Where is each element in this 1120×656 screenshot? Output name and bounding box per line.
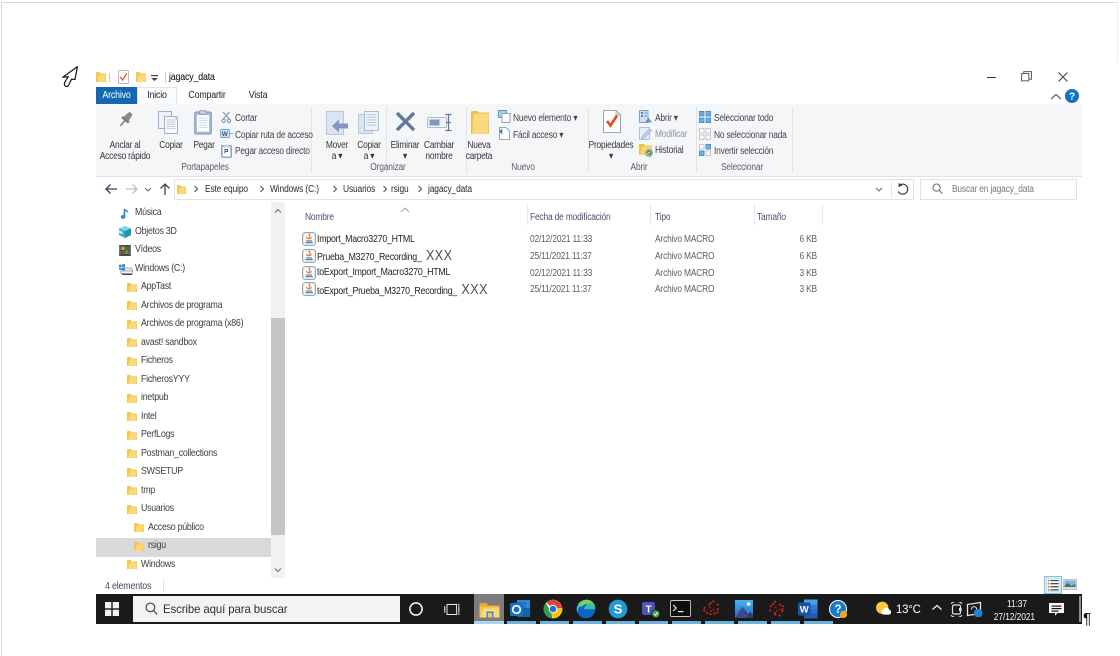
svg-text:W: W: [222, 131, 229, 138]
svg-text:?: ?: [1069, 92, 1075, 103]
svg-text:S: S: [614, 602, 623, 617]
svg-text:W: W: [800, 605, 809, 616]
svg-text:T: T: [645, 604, 651, 615]
